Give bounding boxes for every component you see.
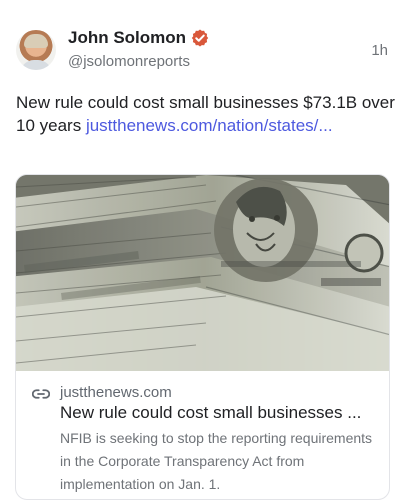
link-icon: [32, 389, 50, 399]
social-post: John Solomon @jsolomonreports 1h New rul…: [0, 0, 406, 500]
link-preview-card[interactable]: justthenews.com New rule could cost smal…: [15, 174, 390, 500]
author-avatar[interactable]: [16, 30, 56, 70]
link-title: New rule could cost small businesses ...: [60, 403, 362, 422]
post-link[interactable]: justthenews.com/nation/states/...: [86, 116, 333, 135]
link-description: NFIB is seeking to stop the reporting re…: [60, 430, 373, 492]
money-image: [16, 175, 389, 371]
author-handle[interactable]: @jsolomonreports: [68, 53, 190, 70]
avatar-shirt-shape: [20, 60, 52, 70]
author-name[interactable]: John Solomon: [68, 28, 186, 48]
link-domain: justthenews.com: [60, 384, 172, 401]
avatar-hair-shape: [24, 34, 48, 48]
link-preview-image[interactable]: [16, 175, 389, 371]
post-text: New rule could cost small businesses $73…: [16, 91, 396, 137]
verified-badge-icon: [191, 29, 209, 47]
post-timestamp[interactable]: 1h: [371, 42, 388, 59]
